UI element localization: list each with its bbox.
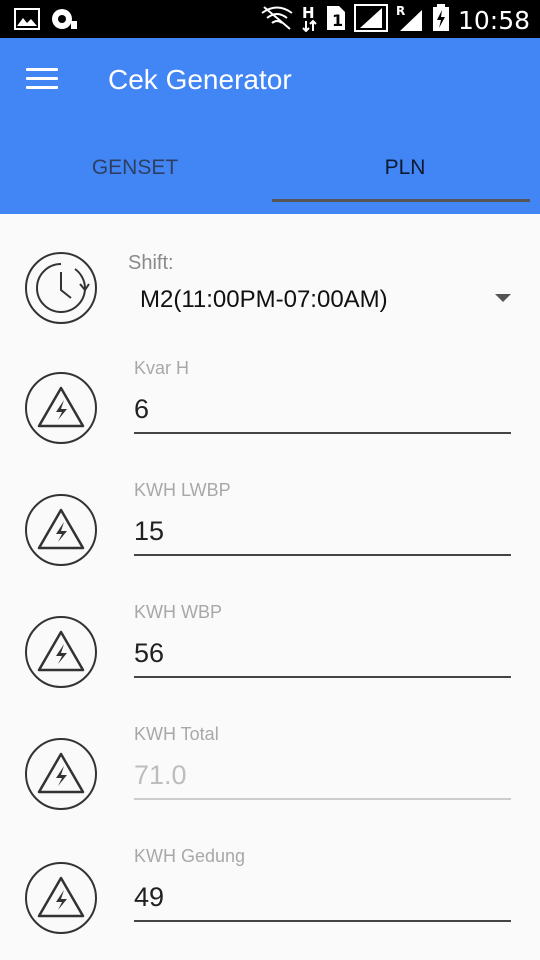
kwh-wbp-input[interactable]: 56 (134, 638, 164, 669)
kwh-total-input: 71.0 (134, 760, 187, 790)
kwh-gedung-input[interactable]: 49 (134, 882, 164, 913)
signal-icon (353, 4, 388, 37)
high-voltage-icon (25, 372, 97, 444)
svg-text:R: R (396, 4, 405, 18)
field-row-kwh-gedung: KWH Gedung 49 (0, 822, 540, 960)
sim-1-icon: 1 (326, 5, 346, 36)
kvar-h-label: Kvar H (134, 358, 190, 378)
field-row-kwh-wbp: KWH WBP 56 (0, 578, 540, 700)
kwh-lwbp-input[interactable]: 15 (134, 516, 164, 547)
high-voltage-icon (25, 738, 97, 810)
kwh-total-label: KWH Total (134, 724, 219, 744)
kvar-h-underline (134, 432, 511, 434)
kwh-gedung-label: KWH Gedung (134, 846, 246, 866)
app-title: Cek Generator (108, 64, 292, 95)
high-voltage-icon (25, 862, 97, 934)
field-row-kwh-lwbp: KWH LWBP 15 (0, 456, 540, 578)
high-voltage-icon (25, 494, 97, 566)
h-network-icon: H (302, 4, 318, 37)
field-row-kvar-h: Kvar H 6 (0, 334, 540, 456)
field-row-kwh-total: KWH Total 71.0 (0, 700, 540, 822)
tab-bar: GENSET PLN (0, 138, 540, 214)
chevron-down-icon[interactable] (495, 294, 511, 302)
kwh-lwbp-underline (134, 554, 511, 556)
shift-row: Shift: M2(11:00PM-07:00AM) (0, 214, 540, 334)
app-bar: Cek Generator GENSET PLN (0, 38, 540, 214)
status-time: 10:58 (457, 5, 530, 35)
kwh-gedung-underline (134, 920, 511, 922)
clock-icon (25, 252, 97, 324)
high-voltage-icon (25, 616, 97, 688)
image-icon (14, 8, 40, 35)
kwh-wbp-underline (134, 676, 511, 678)
kwh-lwbp-label: KWH LWBP (134, 480, 231, 500)
shift-label: Shift: (128, 252, 174, 274)
status-bar: H 1 R 10:58 (0, 0, 540, 38)
no-wifi-icon (260, 5, 294, 36)
kwh-total-underline (134, 798, 511, 800)
svg-text:1: 1 (332, 11, 343, 30)
tab-genset[interactable]: GENSET (0, 138, 270, 214)
photo-toggle-icon (50, 7, 78, 36)
shift-select[interactable]: M2(11:00PM-07:00AM) (140, 286, 388, 314)
kwh-wbp-label: KWH WBP (134, 602, 222, 622)
roaming-r-icon: R (396, 4, 424, 37)
battery-charging-icon (432, 4, 450, 37)
svg-text:H: H (302, 4, 315, 22)
hamburger-menu-icon[interactable] (26, 68, 58, 94)
tab-pln[interactable]: PLN (270, 138, 540, 214)
kvar-h-input[interactable]: 6 (134, 394, 149, 425)
